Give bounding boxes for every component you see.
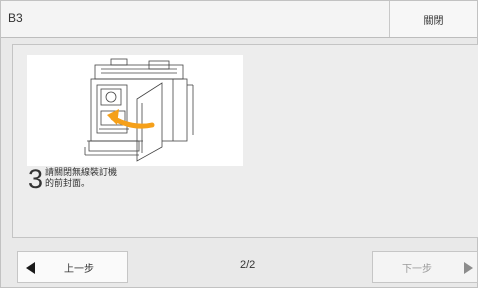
finisher-front-cover-close-icon [27, 55, 243, 166]
dialog-header: B3 關閉 [1, 1, 477, 38]
page-indicator: 2/2 [240, 259, 256, 271]
arrow-left-icon [26, 262, 35, 274]
next-button[interactable]: 下一步 [372, 251, 478, 283]
dialog-title: B3 [8, 11, 23, 25]
arrow-right-icon [464, 262, 473, 274]
guide-dialog: B3 關閉 3 請關閉無線裝訂機 的前封面。 上一步 2/2 下一步 [0, 0, 478, 288]
next-button-label: 下一步 [402, 264, 432, 275]
previous-button-label: 上一步 [64, 264, 94, 275]
step-instruction: 請關閉無線裝訂機 的前封面。 [45, 168, 118, 189]
previous-button[interactable]: 上一步 [17, 251, 128, 283]
step-number: 3 [28, 164, 44, 194]
close-button[interactable]: 關閉 [389, 1, 477, 37]
instruction-panel: 3 請關閉無線裝訂機 的前封面。 [12, 44, 478, 238]
